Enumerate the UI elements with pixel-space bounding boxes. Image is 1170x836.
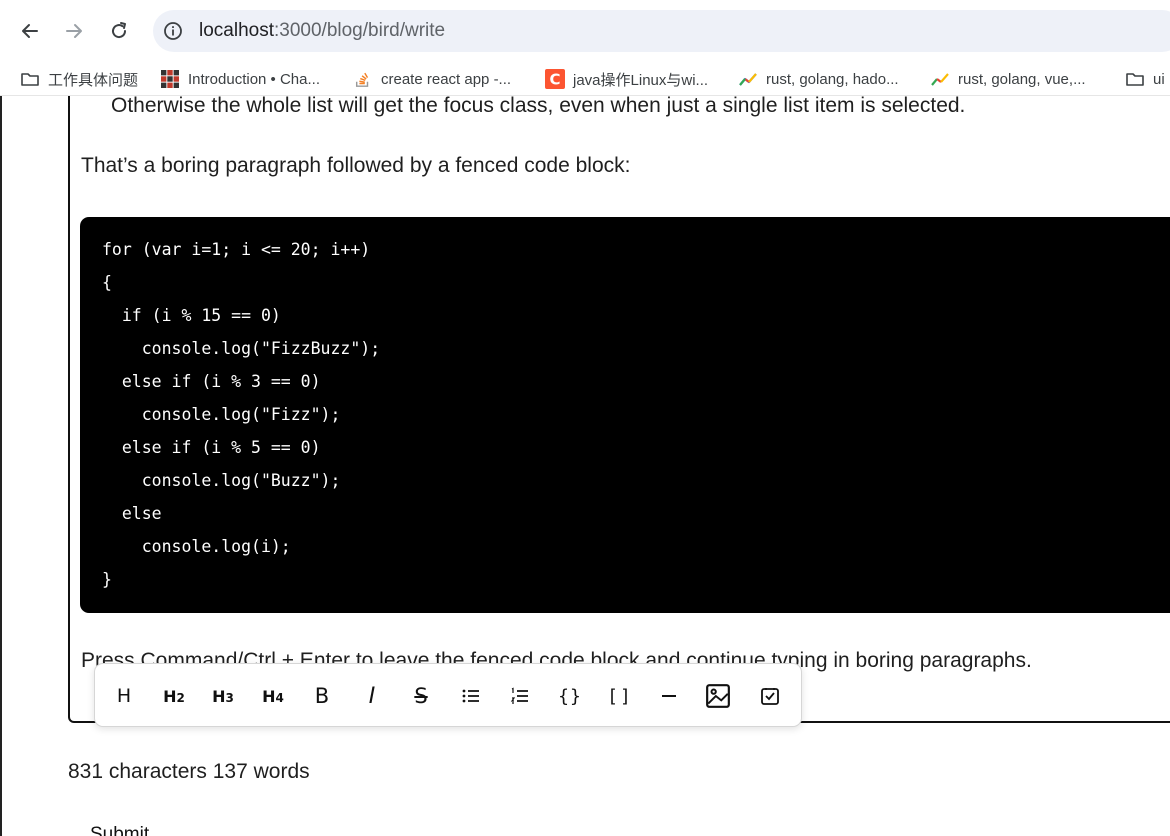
bookmark-label: java操作Linux与wi... xyxy=(573,71,709,89)
heading-icon: H xyxy=(116,685,132,707)
bullet-list-button[interactable] xyxy=(453,678,489,714)
strikethrough-button[interactable]: S xyxy=(403,678,439,714)
bookmark-folder-work[interactable]: 工作具体问题 xyxy=(20,68,138,90)
forward-button[interactable] xyxy=(59,16,89,46)
tb-sub: 3 xyxy=(225,691,234,705)
reload-button[interactable] xyxy=(104,16,134,46)
code-line: console.log(i); xyxy=(102,537,291,556)
bookmark-rust-golang-hadoop[interactable]: rust, golang, hado... xyxy=(738,68,899,90)
folder-icon xyxy=(1125,69,1145,89)
brackets-icon: [] xyxy=(607,685,633,707)
bookmark-label: rust, golang, hado... xyxy=(766,70,899,88)
bookmark-introduction[interactable]: Introduction • Cha... xyxy=(160,68,320,90)
tb-letter: H xyxy=(163,687,177,706)
bookmark-label: create react app -... xyxy=(381,70,512,88)
code-line: console.log("Buzz"); xyxy=(102,471,341,490)
tb-sub: 2 xyxy=(176,691,185,705)
bookmarks-bar: 工作具体问题 Introduction • Cha... create reac… xyxy=(0,62,1170,96)
code-line: } xyxy=(102,570,112,589)
csdn-icon: C xyxy=(545,69,565,89)
horizontal-rule-icon xyxy=(662,695,676,697)
url-path: :3000/blog/bird/write xyxy=(274,20,446,41)
code-block-button[interactable]: [] xyxy=(602,678,638,714)
italic-button[interactable]: I xyxy=(354,678,390,714)
word-count: 831 characters 137 words xyxy=(68,760,310,783)
svg-text:C: C xyxy=(549,71,560,89)
bookmark-create-react-app[interactable]: create react app -... xyxy=(353,68,511,90)
ordered-list-icon xyxy=(510,687,528,704)
heading-3-icon: H3 xyxy=(212,685,234,707)
heading-3-button[interactable]: H3 xyxy=(205,678,241,714)
folder-icon xyxy=(20,69,40,89)
code-line: else if (i % 3 == 0) xyxy=(102,372,321,391)
stackoverflow-icon xyxy=(353,69,373,89)
bookmark-label: 工作具体问题 xyxy=(48,71,139,89)
bookmark-rust-golang-vue[interactable]: rust, golang, vue,... xyxy=(930,68,1086,90)
code-line: else xyxy=(102,504,162,523)
code-line: if (i % 15 == 0) xyxy=(102,306,281,325)
bookmark-java-linux[interactable]: C java操作Linux与wi... xyxy=(545,68,708,90)
bold-button[interactable]: B xyxy=(304,678,340,714)
info-icon[interactable] xyxy=(163,21,183,41)
bold-icon: B xyxy=(314,684,330,708)
arrow-right-icon xyxy=(66,24,82,38)
italic-icon: I xyxy=(368,683,376,709)
back-button[interactable] xyxy=(15,16,45,46)
heading-4-icon: H4 xyxy=(262,685,284,707)
bookmark-label: Introduction • Cha... xyxy=(188,70,320,88)
bookmark-folder-ui[interactable]: ui xyxy=(1125,68,1165,90)
bookmark-label: ui xyxy=(1153,70,1165,88)
ordered-list-button[interactable] xyxy=(502,678,538,714)
code-line: console.log("Fizz"); xyxy=(102,405,341,424)
code-button[interactable]: {} xyxy=(552,678,588,714)
tb-letter: H xyxy=(212,687,226,706)
code-line: for (var i=1; i <= 20; i++) xyxy=(102,240,371,259)
trend-icon xyxy=(930,69,950,89)
code-line: { xyxy=(102,273,112,292)
reload-icon xyxy=(112,22,127,39)
address-bar[interactable]: localhost:3000/blog/bird/write xyxy=(153,10,1170,52)
list-item-text: Otherwise the whole list will get the fo… xyxy=(111,96,966,117)
submit-button[interactable]: Submit xyxy=(90,824,149,836)
code-line: else if (i % 5 == 0) xyxy=(102,438,321,457)
bullet-list-icon xyxy=(462,689,479,703)
code-icon: {} xyxy=(558,685,582,707)
url-host: localhost xyxy=(199,20,274,41)
heading-4-button[interactable]: H4 xyxy=(255,678,291,714)
code-block[interactable]: for (var i=1; i <= 20; i++) { if (i % 15… xyxy=(80,217,1170,613)
browser-toolbar: localhost:3000/blog/bird/write xyxy=(0,0,1170,62)
left-border xyxy=(0,96,2,836)
pixel-logo-icon xyxy=(160,69,180,89)
heading-2-button[interactable]: H2 xyxy=(156,678,192,714)
heading-2-icon: H2 xyxy=(163,685,185,707)
tb-letter: H xyxy=(262,687,276,706)
bookmark-label: rust, golang, vue,... xyxy=(958,70,1086,88)
task-list-button[interactable] xyxy=(752,678,788,714)
paragraph: That’s a boring paragraph followed by a … xyxy=(81,154,631,177)
arrow-left-icon xyxy=(22,24,38,38)
strikethrough-icon: S xyxy=(414,684,428,708)
paragraph-button[interactable]: H xyxy=(106,678,142,714)
url-text[interactable]: localhost:3000/blog/bird/write xyxy=(199,20,445,42)
image-icon xyxy=(706,684,730,708)
formatting-toolbar: H H2 H3 H4 B I S {} [] xyxy=(94,663,802,727)
code-line: console.log("FizzBuzz"); xyxy=(102,339,381,358)
trend-icon xyxy=(738,69,758,89)
tb-sub: 4 xyxy=(275,691,284,705)
image-button[interactable] xyxy=(700,678,736,714)
horizontal-rule-button[interactable] xyxy=(651,678,687,714)
checkbox-icon xyxy=(761,688,779,705)
page-content: Otherwise the whole list will get the fo… xyxy=(0,96,1170,836)
